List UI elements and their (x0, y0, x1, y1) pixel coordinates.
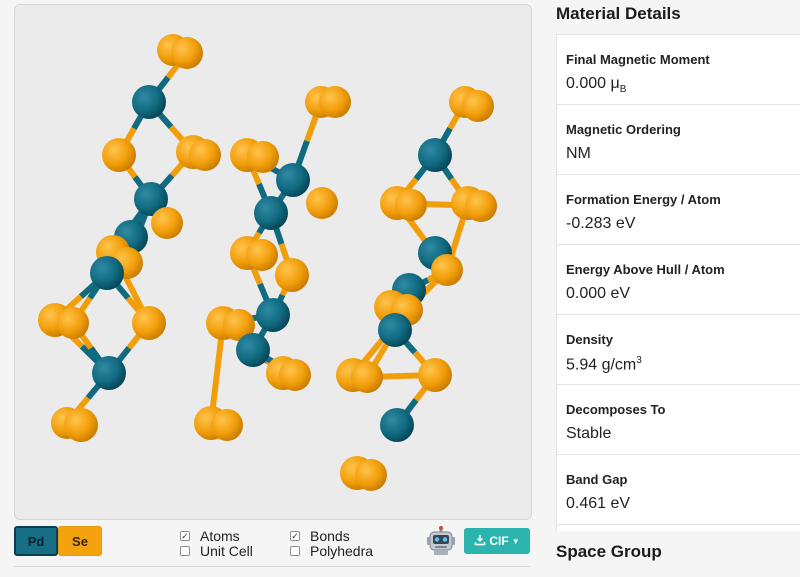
se-atom[interactable] (319, 86, 351, 118)
atoms-label: Atoms (200, 528, 240, 544)
pd-atom[interactable] (236, 333, 270, 367)
detail-row: Final Magnetic Moment 0.000 μB (557, 35, 800, 105)
se-atom[interactable] (211, 409, 243, 441)
detail-row: Formation Energy / Atom -0.283 eV (557, 175, 800, 245)
se-atom[interactable] (351, 361, 383, 393)
caret-down-icon: ▼ (511, 536, 520, 546)
se-atom[interactable] (306, 187, 338, 219)
pd-atom[interactable] (256, 298, 290, 332)
cif-download-button[interactable]: CIF ▼ (464, 528, 530, 554)
detail-row: Energy Above Hull / Atom 0.000 eV (557, 245, 800, 315)
se-atom[interactable] (102, 138, 136, 172)
detail-value-text: -0.283 eV (566, 215, 636, 232)
detail-value-text: 0.461 eV (566, 495, 631, 512)
space-group-title: Space Group (556, 542, 662, 561)
pd-atom[interactable] (92, 356, 126, 390)
crystal-structure-canvas[interactable] (15, 5, 531, 519)
atoms-checkbox[interactable]: ✓ (180, 531, 190, 541)
se-atom[interactable] (57, 307, 89, 339)
detail-label: Final Magnetic Moment (566, 52, 710, 67)
material-details-list: Final Magnetic Moment 0.000 μB Magnetic Or… (556, 34, 800, 531)
pd-atom[interactable] (380, 408, 414, 442)
detail-label: Decomposes To (566, 402, 666, 417)
material-details-title: Material Details (556, 4, 681, 23)
detail-value: 0.461 eV (566, 495, 800, 513)
structure-viewer[interactable] (14, 4, 532, 520)
se-atom[interactable] (247, 141, 279, 173)
se-atom[interactable] (431, 254, 463, 286)
detail-label: Density (566, 332, 613, 347)
detail-row: Band Gap 0.461 eV (557, 455, 800, 525)
divider (14, 566, 530, 577)
bonds-toggle[interactable]: ✓ Bonds (290, 528, 350, 544)
element-legend-pd[interactable]: Pd (14, 526, 58, 556)
se-atom[interactable] (355, 459, 387, 491)
unit-cell-checkbox[interactable] (180, 546, 190, 556)
pd-atom[interactable] (276, 163, 310, 197)
se-atom[interactable] (275, 258, 309, 292)
detail-row: Density 5.94 g/cm3 (557, 315, 800, 385)
detail-label: Formation Energy / Atom (566, 192, 721, 207)
pd-atom[interactable] (254, 196, 288, 230)
detail-value-text: 0.000 μ (566, 75, 620, 92)
atom-layer (38, 34, 497, 491)
element-legend-se[interactable]: Se (58, 526, 102, 556)
se-atom[interactable] (465, 190, 497, 222)
se-atom[interactable] (279, 359, 311, 391)
detail-value: 5.94 g/cm3 (566, 355, 800, 374)
se-atom[interactable] (132, 306, 166, 340)
pd-atom[interactable] (132, 85, 166, 119)
viewer-controls: Pd Se ✓ Atoms Unit Cell ✓ Bonds Polyhedr… (14, 526, 534, 560)
detail-value-text: 5.94 g/cm (566, 356, 637, 374)
detail-value-superscript: 3 (636, 355, 642, 366)
detail-value-text: NM (566, 145, 591, 162)
detail-label: Band Gap (566, 472, 628, 487)
cif-label: CIF (489, 534, 509, 548)
pd-atom[interactable] (90, 256, 124, 290)
detail-value-text: Stable (566, 425, 612, 442)
detail-label: Energy Above Hull / Atom (566, 262, 725, 277)
detail-value: NM (566, 145, 800, 163)
se-atom[interactable] (418, 358, 452, 392)
se-atom[interactable] (189, 139, 221, 171)
polyhedra-label: Polyhedra (310, 543, 374, 559)
unit-cell-label: Unit Cell (200, 543, 253, 559)
robot-icon[interactable] (426, 526, 456, 556)
se-atom[interactable] (395, 189, 427, 221)
polyhedra-checkbox[interactable] (290, 546, 300, 556)
bonds-checkbox[interactable]: ✓ (290, 531, 300, 541)
detail-row: Decomposes To Stable (557, 385, 800, 455)
detail-value-subscript: B (619, 84, 627, 96)
detail-value: Stable (566, 425, 800, 443)
atoms-toggle[interactable]: ✓ Atoms (180, 528, 240, 544)
se-atom[interactable] (64, 408, 98, 442)
se-atom[interactable] (462, 90, 494, 122)
detail-label: Magnetic Ordering (566, 122, 681, 137)
detail-value: 0.000 eV (566, 285, 800, 303)
polyhedra-toggle[interactable]: Polyhedra (290, 543, 373, 559)
bonds-label: Bonds (310, 528, 350, 544)
se-atom[interactable] (151, 207, 183, 239)
detail-value: -0.283 eV (566, 215, 800, 233)
se-atom[interactable] (246, 239, 278, 271)
download-icon (474, 534, 486, 549)
detail-value: 0.000 μB (566, 75, 800, 95)
pd-atom[interactable] (378, 313, 412, 347)
se-atom[interactable] (171, 37, 203, 69)
detail-value-text: 0.000 eV (566, 285, 631, 302)
detail-row: Magnetic Ordering NM (557, 105, 800, 175)
pd-atom[interactable] (418, 138, 452, 172)
unit-cell-toggle[interactable]: Unit Cell (180, 543, 253, 559)
